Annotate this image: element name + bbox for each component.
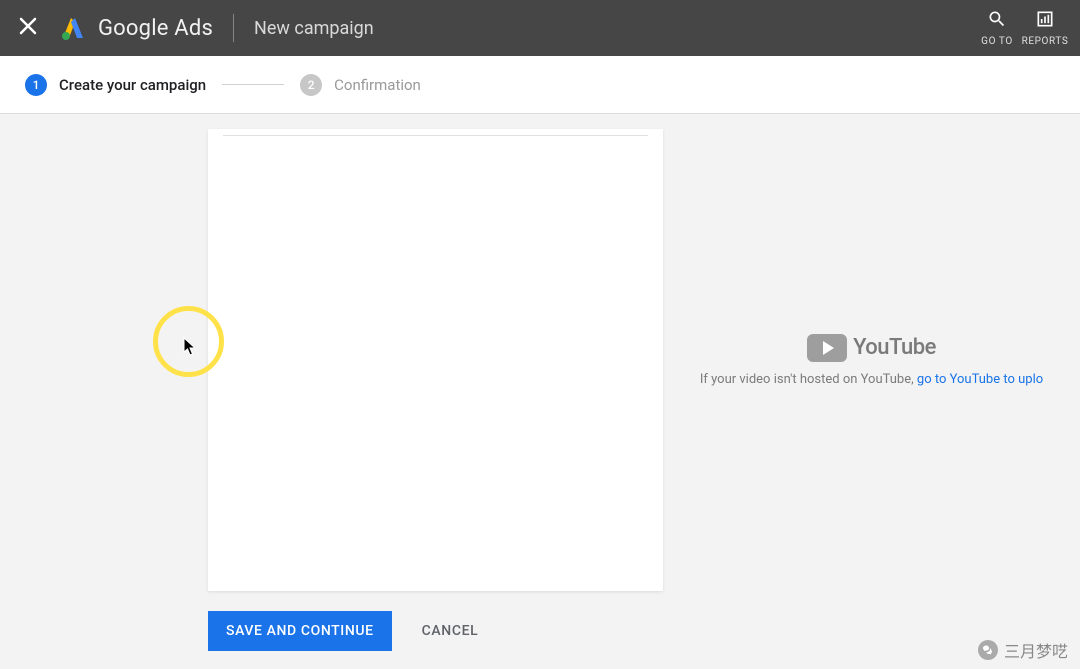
top-bar: Google Ads New campaign GO TO REPORTS (0, 0, 1080, 56)
close-icon (19, 17, 37, 39)
step-number: 2 (300, 74, 322, 96)
cursor-icon (183, 337, 197, 361)
page-subtitle: New campaign (254, 18, 374, 39)
youtube-caption: If your video isn't hosted on YouTube, g… (700, 372, 1043, 387)
brand-title: Google Ads (98, 16, 213, 41)
step-number: 1 (25, 74, 47, 96)
youtube-upload-link[interactable]: go to YouTube to uplo (917, 372, 1043, 387)
divider (233, 14, 234, 42)
step-label: Create your campaign (59, 76, 206, 94)
youtube-wordmark: YouTube (853, 335, 936, 360)
save-and-continue-button[interactable]: SAVE AND CONTINUE (208, 611, 392, 651)
youtube-caption-text: If your video isn't hosted on YouTube, (700, 372, 917, 387)
bar-chart-icon (1035, 9, 1055, 33)
card-divider (223, 135, 648, 136)
youtube-logo: YouTube (807, 334, 936, 362)
reports-button[interactable]: REPORTS (1024, 9, 1066, 47)
step-connector (222, 84, 284, 85)
content-area: YouTube If your video isn't hosted on Yo… (0, 114, 1080, 669)
youtube-play-icon (807, 334, 847, 362)
wechat-icon (978, 640, 998, 660)
search-icon (987, 9, 1007, 33)
goto-label: GO TO (981, 36, 1013, 47)
watermark: 三月梦呓 (978, 638, 1068, 662)
step-confirmation[interactable]: 2 Confirmation (300, 74, 421, 96)
video-selection-card[interactable] (208, 129, 663, 591)
google-ads-logo-icon (60, 16, 86, 40)
cancel-button[interactable]: CANCEL (416, 622, 485, 640)
watermark-text: 三月梦呓 (1004, 638, 1068, 662)
stepper-bar: 1 Create your campaign 2 Confirmation (0, 56, 1080, 114)
goto-button[interactable]: GO TO (976, 9, 1018, 47)
step-label: Confirmation (334, 76, 421, 94)
youtube-hint-panel: YouTube If your video isn't hosted on Yo… (663, 129, 1080, 591)
action-row: SAVE AND CONTINUE CANCEL (208, 611, 484, 651)
close-button[interactable] (14, 14, 42, 42)
step-create-campaign[interactable]: 1 Create your campaign (25, 74, 206, 96)
reports-label: REPORTS (1022, 36, 1069, 47)
